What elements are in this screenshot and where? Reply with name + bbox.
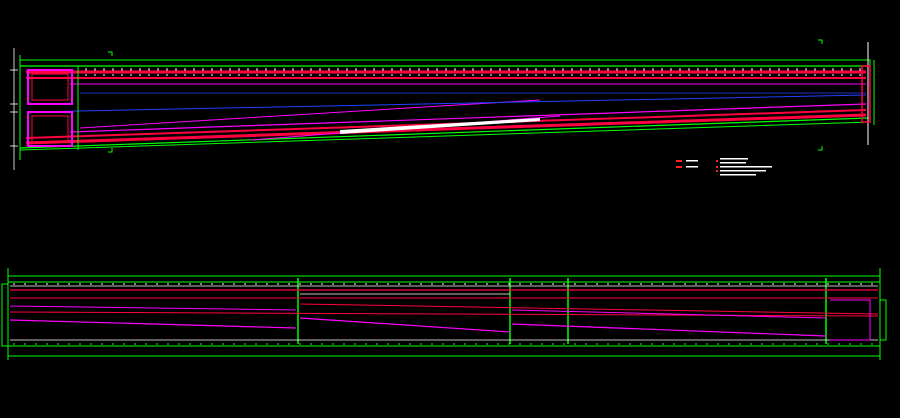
plan-corner-mark-tr bbox=[818, 39, 823, 44]
elev-slope-2 bbox=[299, 317, 511, 333]
plan-left-box-top bbox=[27, 69, 73, 105]
plan-legend-note bbox=[676, 158, 772, 176]
elev-slope-4 bbox=[9, 305, 297, 311]
elev-rebar-4 bbox=[299, 303, 879, 315]
elevation-view bbox=[1, 268, 887, 360]
plan-centerline bbox=[29, 94, 867, 113]
elev-slope-1 bbox=[9, 319, 297, 329]
plan-corner-mark-bl bbox=[108, 148, 113, 153]
elev-right-end-shape bbox=[830, 299, 871, 341]
cad-drawing bbox=[1, 39, 887, 360]
elev-left-hook bbox=[1, 283, 8, 347]
elev-right-hook bbox=[880, 299, 887, 341]
plan-left-dimension bbox=[10, 48, 18, 170]
plan-corner-mark-br bbox=[818, 146, 823, 151]
plan-corner-mark-tl bbox=[108, 51, 113, 56]
elev-slope-3 bbox=[511, 323, 827, 337]
elev-slope-5 bbox=[511, 309, 827, 319]
drawing-canvas[interactable] bbox=[0, 0, 900, 414]
elev-rebar-3 bbox=[9, 311, 879, 317]
plan-view bbox=[10, 39, 875, 176]
